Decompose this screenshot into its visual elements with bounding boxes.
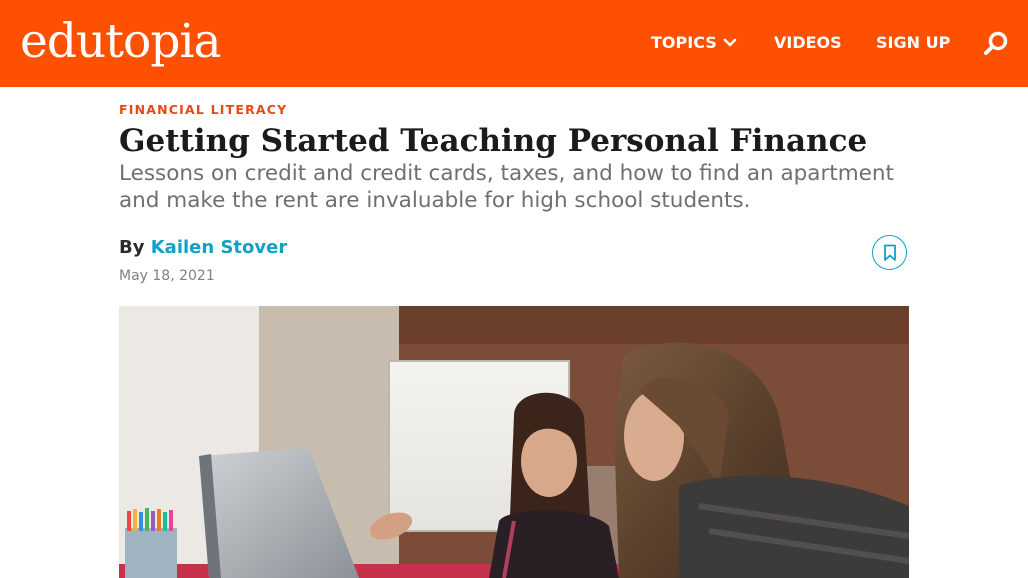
article-subtitle: Lessons on credit and credit cards, taxe… <box>119 161 894 213</box>
chevron-down-icon <box>723 38 737 47</box>
byline: By Kailen Stover <box>119 237 287 258</box>
search-button[interactable] <box>982 30 1010 58</box>
nav-videos[interactable]: VIDEOS <box>774 33 842 53</box>
article-title: Getting Started Teaching Personal Financ… <box>119 123 868 159</box>
bookmark-button[interactable] <box>872 235 907 270</box>
nav-topics-label: TOPICS <box>651 33 717 52</box>
nav-sign-up[interactable]: SIGN UP <box>876 33 950 53</box>
site-header: edutopia TOPICS VIDEOS SIGN UP <box>0 0 1028 87</box>
publish-date: May 18, 2021 <box>119 268 215 284</box>
byline-prefix: By <box>119 237 145 258</box>
author-link[interactable]: Kailen Stover <box>151 237 287 258</box>
bookmark-icon <box>883 244 896 261</box>
edutopia-logo[interactable]: edutopia <box>20 12 221 72</box>
search-icon <box>984 31 1008 55</box>
hero-image <box>119 306 909 578</box>
nav-topics[interactable]: TOPICS <box>651 33 737 53</box>
article-category[interactable]: FINANCIAL LITERACY <box>119 102 287 117</box>
